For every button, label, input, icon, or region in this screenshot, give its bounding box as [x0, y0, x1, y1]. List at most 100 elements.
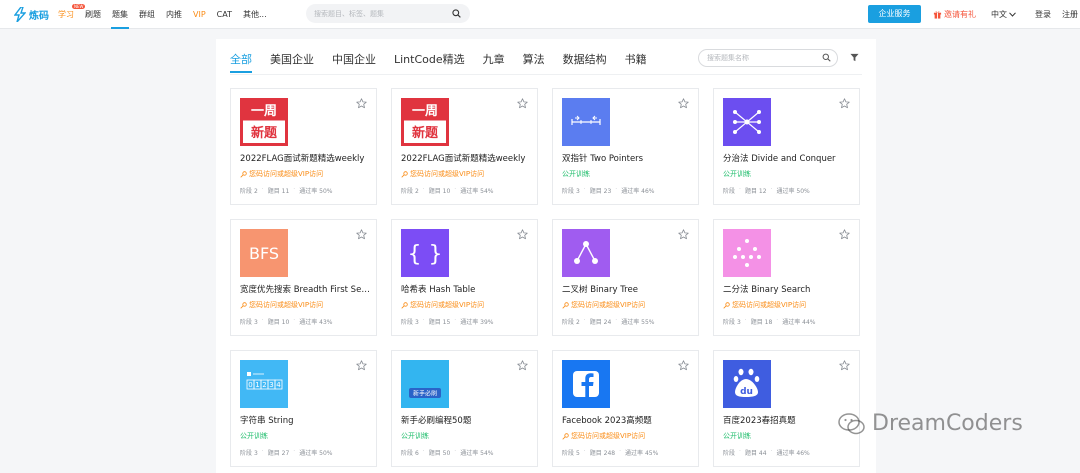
nav-item[interactable]: 刷题: [85, 0, 101, 29]
problem-set-card[interactable]: 双指针 Two Pointers 公开训练 阶段 3 · 题目 23 · 通过率 46%: [552, 88, 699, 205]
pass-rate-label: 通过率: [299, 450, 318, 457]
nav-item[interactable]: 题集: [111, 0, 129, 29]
problem-count-label: 题目: [750, 319, 763, 326]
problem-set-card[interactable]: 分治法 Divide and Conquer 公开训练 阶段 · 题目 12 · 通过率 …: [713, 88, 860, 205]
svg-text:4: 4: [276, 381, 281, 389]
stage: 阶段 5: [562, 448, 580, 457]
access-label: 您码访问或超级VIP访问: [240, 169, 323, 179]
svg-text:新题: 新题: [251, 125, 278, 141]
nav-item[interactable]: CAT: [217, 0, 232, 29]
pass-rate-label: 通过率: [782, 319, 801, 326]
access-label: 您码访问或超级VIP访问: [723, 300, 806, 310]
tab-4[interactable]: 九章: [483, 51, 505, 67]
search-icon[interactable]: [452, 9, 461, 18]
invite-link[interactable]: 邀请有礼: [933, 0, 976, 29]
problem-set-card[interactable]: 一周 新题 2022FLAG面试新题精选weekly 您码访问或超级VIP访问 阶段 …: [230, 88, 377, 205]
stage: 阶段 6: [401, 448, 419, 457]
tab-5[interactable]: 算法: [523, 51, 545, 67]
problem-set-title[interactable]: 新手必刷编程50题: [401, 414, 531, 426]
problem-count-value: 50: [442, 450, 451, 457]
filter-icon[interactable]: [850, 53, 859, 62]
problem-set-stats: 阶段 · 题目 12 · 通过率 50%: [723, 186, 810, 195]
tab-6[interactable]: 数据结构: [563, 51, 607, 67]
star-icon[interactable]: [678, 229, 689, 240]
problem-count-label: 题目: [589, 188, 602, 195]
pass-rate: 通过率 45%: [625, 448, 658, 457]
problem-set-card[interactable]: 新手必刷 新手必刷编程50题 公开训练 阶段 6 · 题目 50 · 通过率 54%: [391, 350, 538, 467]
register-link[interactable]: 注册: [1062, 0, 1078, 29]
problem-set-title[interactable]: 分治法 Divide and Conquer: [723, 152, 853, 164]
problem-set-title[interactable]: 2022FLAG面试新题精选weekly: [240, 152, 370, 164]
stage-label: 阶段: [562, 450, 575, 457]
access-text: 您码访问或超级VIP访问: [249, 301, 324, 309]
enterprise-service-button[interactable]: 企业服务: [868, 5, 921, 23]
pass-rate-value: 54%: [480, 188, 494, 195]
global-search-input[interactable]: [314, 4, 444, 23]
star-icon[interactable]: [839, 98, 850, 109]
nav-item[interactable]: 其他...: [243, 0, 267, 29]
problem-set-card[interactable]: 一周 新题 2022FLAG面试新题精选weekly 您码访问或超级VIP访问 阶段 …: [391, 88, 538, 205]
star-icon[interactable]: [356, 98, 367, 109]
problem-set-title[interactable]: 双指针 Two Pointers: [562, 152, 692, 164]
tab-0[interactable]: 全部: [230, 51, 252, 73]
pass-rate-label: 通过率: [460, 188, 479, 195]
pass-rate-label: 通过率: [460, 450, 479, 457]
logo[interactable]: 炼码: [14, 7, 49, 22]
tab-3[interactable]: LintCode精选: [394, 51, 465, 67]
chevron-down-icon: [1009, 12, 1016, 17]
tab-1[interactable]: 美国企业: [270, 51, 314, 67]
stage-value: 3: [736, 319, 741, 326]
pass-rate: 通过率 54%: [460, 186, 493, 195]
access-label: 公开训练: [723, 431, 751, 441]
problem-set-title[interactable]: Facebook 2023高频题: [562, 414, 692, 426]
svg-text:一周: 一周: [412, 104, 438, 119]
separator: ·: [776, 317, 779, 324]
problem-set-card[interactable]: 0 1 2 3 4 字符串 String 公开训练 阶段 3 · 题目 27 · 通过率 50…: [230, 350, 377, 467]
star-icon[interactable]: [839, 229, 850, 240]
star-icon[interactable]: [356, 229, 367, 240]
problem-set-title[interactable]: 哈希表 Hash Table: [401, 283, 531, 295]
problem-set-card[interactable]: 二分法 Binary Search 您码访问或超级VIP访问 阶段 3 · 题目 18 ·…: [713, 219, 860, 336]
star-icon[interactable]: [678, 98, 689, 109]
star-icon[interactable]: [356, 360, 367, 371]
star-icon[interactable]: [517, 98, 528, 109]
nav-item[interactable]: 群组: [139, 0, 155, 29]
tab-2[interactable]: 中国企业: [332, 51, 376, 67]
svg-text:BFS: BFS: [249, 244, 279, 263]
problem-set-card[interactable]: du 百度2023春招真题 公开训练 阶段 · 题目 44 · 通过率 46%: [713, 350, 860, 467]
nav-item[interactable]: 内推: [166, 0, 182, 29]
star-icon[interactable]: [678, 360, 689, 371]
problem-set-card[interactable]: 二叉树 Binary Tree 您码访问或超级VIP访问 阶段 2 · 题目 24 · 通过…: [552, 219, 699, 336]
star-icon[interactable]: [517, 360, 528, 371]
problem-set-card[interactable]: Facebook 2023高频题 您码访问或超级VIP访问 阶段 5 · 题目 248 ·…: [552, 350, 699, 467]
problem-set-title[interactable]: 二分法 Binary Search: [723, 283, 853, 295]
access-label: 您码访问或超级VIP访问: [401, 169, 484, 179]
tab-7[interactable]: 书籍: [625, 51, 647, 67]
nav-item[interactable]: 学习 NEW: [58, 0, 86, 29]
problem-count-label: 题目: [428, 450, 441, 457]
problem-set-title[interactable]: 宽度优先搜索 Breadth First Search: [240, 283, 370, 295]
problem-set-title[interactable]: 二叉树 Binary Tree: [562, 283, 692, 295]
set-search-input[interactable]: [707, 50, 817, 66]
login-link[interactable]: 登录: [1035, 0, 1051, 29]
problem-set-title[interactable]: 2022FLAG面试新题精选weekly: [401, 152, 531, 164]
stage-label: 阶段: [562, 188, 575, 195]
pass-rate: 通过率 44%: [782, 317, 815, 326]
problem-set-title[interactable]: 百度2023春招真题: [723, 414, 853, 426]
search-icon[interactable]: [822, 53, 831, 62]
nav-item-label: 刷题: [85, 10, 101, 19]
star-icon[interactable]: [839, 360, 850, 371]
language-switcher[interactable]: 中文: [991, 0, 1016, 29]
problem-set-title[interactable]: 字符串 String: [240, 414, 370, 426]
logo-text: 炼码: [29, 11, 49, 22]
nav-item[interactable]: VIP: [193, 0, 206, 29]
problem-count-label: 题目: [428, 319, 441, 326]
problem-set-card[interactable]: BFS 宽度优先搜索 Breadth First Search 您码访问或超级VIP…: [230, 219, 377, 336]
problem-set-card[interactable]: { } 哈希表 Hash Table 您码访问或超级VIP访问 阶段 3 · 题目 15 ·…: [391, 219, 538, 336]
star-icon[interactable]: [517, 229, 528, 240]
pass-rate-label: 通过率: [776, 188, 795, 195]
nav-item-label: 其他...: [242, 10, 267, 19]
stage-label: 阶段: [401, 450, 414, 457]
problem-count-value: 23: [603, 188, 612, 195]
problem-count-label: 题目: [744, 188, 757, 195]
